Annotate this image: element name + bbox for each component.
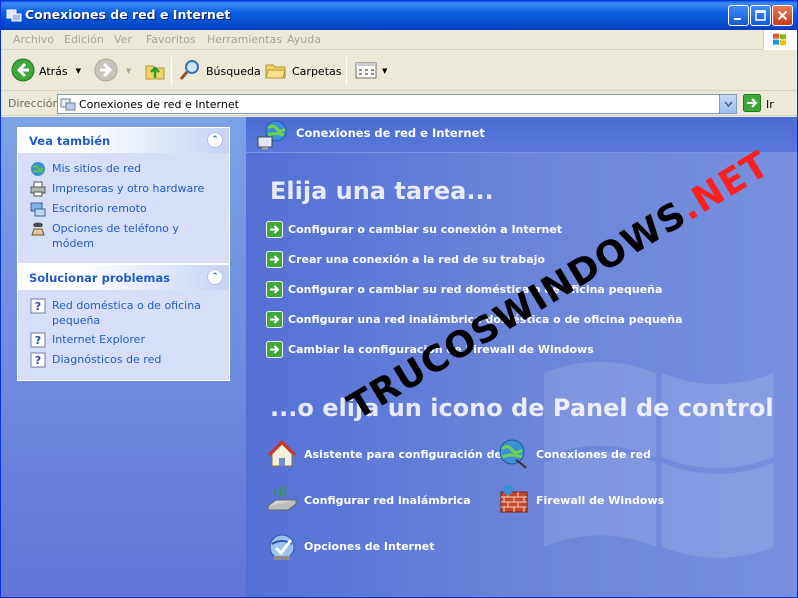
toolbar-separator xyxy=(171,57,172,85)
green-arrow-icon xyxy=(266,251,283,268)
svg-text:?: ? xyxy=(35,354,41,367)
collapse-chevron-icon[interactable]: ⌃ xyxy=(207,269,223,285)
go-label: Ir xyxy=(766,97,774,111)
back-label: Atrás xyxy=(39,64,68,78)
task-heading: Elija una tarea... xyxy=(270,177,494,205)
address-label: Dirección xyxy=(8,97,60,110)
search-icon xyxy=(178,58,202,85)
menu-edicion[interactable]: Edición xyxy=(64,33,104,46)
folder-up-icon xyxy=(143,58,167,85)
printer-icon xyxy=(30,181,46,197)
sidebar-item-escritorio-remoto[interactable]: Escritorio remoto xyxy=(30,201,219,217)
search-button[interactable]: Búsqueda xyxy=(178,57,261,85)
menu-bar: Archivo Edición Ver Favoritos Herramient… xyxy=(1,30,797,50)
cp-network-setup-wizard[interactable]: Asistente para configuración de xyxy=(266,438,502,470)
folders-label: Carpetas xyxy=(292,64,342,78)
help-icon: ? xyxy=(30,332,46,348)
forward-button[interactable]: ▼ xyxy=(94,57,131,85)
forward-dropdown-icon[interactable]: ▼ xyxy=(126,67,131,75)
back-arrow-icon xyxy=(11,58,35,85)
phone-icon xyxy=(30,221,46,237)
search-label: Búsqueda xyxy=(206,64,261,78)
network-folder-icon xyxy=(6,7,22,23)
menu-ayuda[interactable]: Ayuda xyxy=(287,33,321,46)
sidebar-item-impresoras[interactable]: Impresoras y otro hardware xyxy=(30,181,219,197)
menu-archivo[interactable]: Archivo xyxy=(13,33,54,46)
remote-desktop-icon xyxy=(30,201,46,217)
green-arrow-icon xyxy=(266,221,283,238)
cp-wireless-network[interactable]: Configurar red inalámbrica xyxy=(266,484,471,516)
troubleshoot-panel: Solucionar problemas ⌃ ? Red doméstica o… xyxy=(17,264,230,381)
toolbar-separator xyxy=(346,57,347,85)
sidebar-item-internet-explorer[interactable]: ? Internet Explorer xyxy=(30,332,219,348)
back-button[interactable]: Atrás ▼ xyxy=(11,57,81,85)
task-link[interactable]: Crear una conexión a la red de su trabaj… xyxy=(266,251,545,268)
internet-options-icon xyxy=(266,530,298,562)
cp-firewall[interactable]: Firewall de Windows xyxy=(498,484,664,516)
cp-internet-options[interactable]: Opciones de Internet xyxy=(266,530,435,562)
explorer-window: Conexiones de red e Internet Archivo Edi… xyxy=(0,0,798,598)
address-bar: Dirección Conexiones de red e Internet I… xyxy=(1,92,797,116)
toolbar: Atrás ▼ ▼ Búsqueda Carpetas ▼ xyxy=(1,51,797,91)
troubleshoot-header[interactable]: Solucionar problemas ⌃ xyxy=(18,265,229,290)
address-value: Conexiones de red e Internet xyxy=(79,98,239,111)
cp-network-connections[interactable]: Conexiones de red xyxy=(498,438,651,470)
task-link[interactable]: Configurar o cambiar su conexión a Inter… xyxy=(266,221,562,238)
window-title: Conexiones de red e Internet xyxy=(25,7,231,22)
menu-favoritos[interactable]: Favoritos xyxy=(146,33,196,46)
views-button[interactable]: ▼ xyxy=(354,57,387,85)
sidebar-item-telefono-modem[interactable]: Opciones de teléfono y módem xyxy=(30,221,219,251)
svg-text:?: ? xyxy=(35,300,41,313)
maximize-button[interactable] xyxy=(750,5,771,26)
category-title: Conexiones de red e Internet xyxy=(296,126,485,140)
address-input[interactable]: Conexiones de red e Internet xyxy=(57,94,737,114)
green-arrow-icon xyxy=(266,281,283,298)
menu-herramientas[interactable]: Herramientas xyxy=(207,33,282,46)
forward-arrow-icon xyxy=(94,58,118,85)
sidebar-item-diagnosticos[interactable]: ? Diagnósticos de red xyxy=(30,352,219,368)
close-button[interactable] xyxy=(772,5,793,26)
content-area: Vea también ⌃ Mis sitios de red Impresor… xyxy=(1,117,797,597)
green-arrow-icon xyxy=(266,311,283,328)
firewall-icon xyxy=(498,484,530,516)
task-link[interactable]: Configurar o cambiar su red doméstica o … xyxy=(266,281,662,298)
menu-ver[interactable]: Ver xyxy=(114,33,132,46)
network-setup-wizard-icon xyxy=(266,438,298,470)
sidebar-item-red-domestica[interactable]: ? Red doméstica o de oficina pequeña xyxy=(30,298,219,328)
address-dropdown-icon[interactable] xyxy=(719,95,736,113)
go-button[interactable]: Ir xyxy=(743,93,774,115)
see-also-header[interactable]: Vea también ⌃ xyxy=(18,128,229,153)
up-button[interactable] xyxy=(143,57,167,85)
network-connections-icon xyxy=(256,119,290,151)
network-folder-icon xyxy=(60,96,76,112)
see-also-panel: Vea también ⌃ Mis sitios de red Impresor… xyxy=(17,127,230,264)
category-header: Conexiones de red e Internet xyxy=(246,117,797,153)
go-arrow-icon xyxy=(743,93,761,115)
minimize-button[interactable] xyxy=(728,5,749,26)
troubleshoot-title: Solucionar problemas xyxy=(29,271,170,285)
folders-button[interactable]: Carpetas xyxy=(264,57,341,85)
task-pane: Vea también ⌃ Mis sitios de red Impresor… xyxy=(1,117,246,597)
sidebar-item-mis-sitios[interactable]: Mis sitios de red xyxy=(30,161,219,177)
help-icon: ? xyxy=(30,298,46,314)
collapse-chevron-icon[interactable]: ⌃ xyxy=(207,132,223,148)
see-also-title: Vea también xyxy=(29,134,111,148)
network-connections-icon xyxy=(498,438,530,470)
windows-logo-icon xyxy=(763,30,797,50)
folders-icon xyxy=(264,58,288,85)
help-icon: ? xyxy=(30,352,46,368)
views-dropdown-icon[interactable]: ▼ xyxy=(382,67,387,75)
wireless-network-icon xyxy=(266,484,298,516)
title-bar[interactable]: Conexiones de red e Internet xyxy=(1,1,797,30)
green-arrow-icon xyxy=(266,341,283,358)
views-icon xyxy=(354,58,378,85)
network-places-icon xyxy=(30,161,46,177)
back-dropdown-icon[interactable]: ▼ xyxy=(76,67,81,75)
svg-text:?: ? xyxy=(35,334,41,347)
